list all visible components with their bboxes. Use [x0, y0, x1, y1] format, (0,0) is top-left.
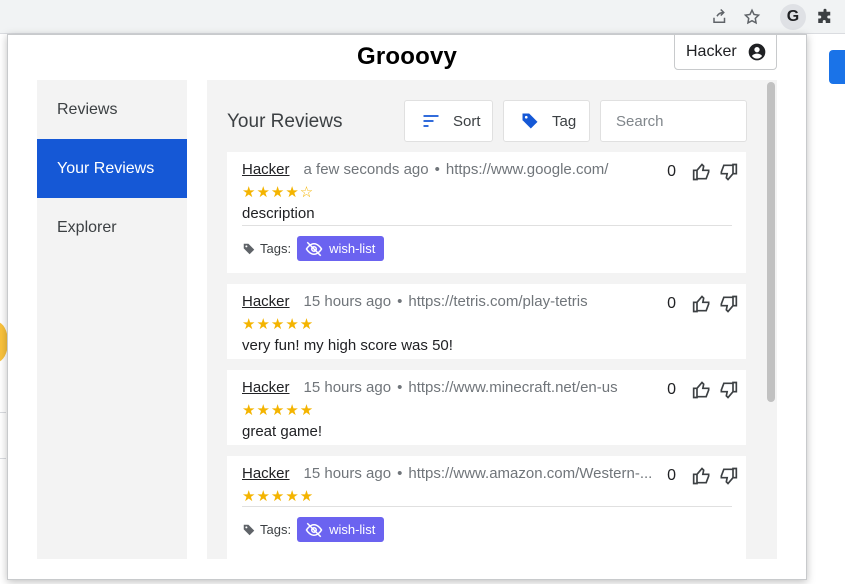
- vote-controls: 0: [667, 380, 738, 400]
- tags-label: Tags:: [260, 522, 292, 537]
- tag-chip-label: wish-list: [329, 241, 376, 256]
- eye-off-icon: [305, 240, 323, 258]
- review-tags: Tags: wish-list: [242, 236, 385, 261]
- thumbs-up-icon[interactable]: [692, 466, 712, 486]
- star-icon[interactable]: [741, 6, 763, 28]
- thumbs-up-icon[interactable]: [692, 162, 712, 182]
- vote-count: 0: [667, 467, 676, 484]
- thumbs-down-icon[interactable]: [718, 162, 738, 182]
- star-rating: ★★★★★: [242, 316, 315, 333]
- share-icon[interactable]: [709, 6, 731, 28]
- card-divider: [242, 225, 732, 226]
- review-time: 15 hours ago: [303, 379, 392, 396]
- vote-count: 0: [667, 163, 676, 180]
- user-menu-button[interactable]: Hacker: [674, 35, 777, 70]
- review-url[interactable]: https://www.google.com/: [446, 161, 609, 178]
- vote-controls: 0: [667, 162, 738, 182]
- review-card: Hacker a few seconds ago • https://www.g…: [227, 152, 746, 273]
- separator-dot: •: [397, 293, 403, 310]
- tag-icon: [242, 523, 256, 537]
- review-url[interactable]: https://www.minecraft.net/en-us: [408, 379, 617, 396]
- vote-count: 0: [667, 295, 676, 312]
- vote-controls: 0: [667, 466, 738, 486]
- separator-dot: •: [434, 161, 440, 178]
- review-author-link[interactable]: Hacker: [242, 161, 290, 178]
- review-url[interactable]: https://tetris.com/play-tetris: [408, 293, 587, 310]
- thumbs-down-icon[interactable]: [718, 466, 738, 486]
- tags-label: Tags:: [260, 241, 292, 256]
- sidebar-item-explorer[interactable]: Explorer: [37, 198, 187, 257]
- review-header: Hacker 15 hours ago • https://tetris.com…: [242, 293, 588, 310]
- grooovy-extension-icon[interactable]: G: [780, 4, 806, 30]
- tag-icon: [242, 242, 256, 256]
- scrollbar[interactable]: [765, 80, 777, 559]
- thumbs-up-icon[interactable]: [692, 380, 712, 400]
- background-page-button: [829, 50, 845, 84]
- review-description: very fun! my high score was 50!: [242, 337, 453, 354]
- review-time: 15 hours ago: [303, 465, 392, 482]
- review-description: description: [242, 205, 315, 222]
- extension-letter: G: [786, 8, 800, 25]
- search-input[interactable]: [600, 100, 747, 142]
- review-description: great game!: [242, 423, 323, 440]
- user-name: Hacker: [686, 43, 737, 60]
- tag-chip[interactable]: wish-list: [297, 517, 385, 542]
- separator-dot: •: [397, 379, 403, 396]
- browser-toolbar: G: [0, 0, 845, 34]
- review-card: Hacker 15 hours ago • https://www.amazon…: [227, 456, 746, 559]
- background-divider: [0, 412, 6, 413]
- star-rating: ★★★★★: [242, 402, 315, 419]
- review-card: Hacker 15 hours ago • https://tetris.com…: [227, 284, 746, 359]
- review-card: Hacker 15 hours ago • https://www.minecr…: [227, 370, 746, 445]
- scrollbar-thumb[interactable]: [767, 82, 775, 402]
- review-tags: Tags: wish-list: [242, 517, 385, 542]
- card-divider: [242, 506, 732, 507]
- review-time: a few seconds ago: [303, 161, 429, 178]
- tag-chip[interactable]: wish-list: [297, 236, 385, 261]
- review-header: Hacker 15 hours ago • https://www.amazon…: [242, 465, 652, 482]
- extension-popup: Grooovy Hacker Reviews Your Reviews Expl…: [7, 34, 807, 580]
- thumbs-up-icon[interactable]: [692, 294, 712, 314]
- review-header: Hacker 15 hours ago • https://www.minecr…: [242, 379, 618, 396]
- account-circle-icon: [747, 42, 767, 62]
- tag-button[interactable]: Tag: [503, 100, 590, 142]
- thumbs-down-icon[interactable]: [718, 380, 738, 400]
- thumbs-down-icon[interactable]: [718, 294, 738, 314]
- separator-dot: •: [397, 465, 403, 482]
- vote-count: 0: [667, 381, 676, 398]
- background-divider: [0, 458, 6, 459]
- tag-button-label: Tag: [552, 112, 577, 130]
- review-author-link[interactable]: Hacker: [242, 293, 290, 310]
- review-author-link[interactable]: Hacker: [242, 465, 290, 482]
- review-time: 15 hours ago: [303, 293, 392, 310]
- eye-off-icon: [305, 521, 323, 539]
- reviews-panel: Your Reviews Sort Tag Hacker a few secon…: [207, 80, 777, 559]
- sort-button[interactable]: Sort: [404, 100, 493, 142]
- star-rating: ★★★★★: [242, 488, 315, 505]
- vote-controls: 0: [667, 294, 738, 314]
- tag-chip-label: wish-list: [329, 522, 376, 537]
- tag-icon: [520, 111, 540, 131]
- star-rating: ★★★★☆: [242, 184, 315, 201]
- sidebar-item-reviews[interactable]: Reviews: [37, 80, 187, 139]
- sort-button-label: Sort: [453, 112, 481, 130]
- review-url[interactable]: https://www.amazon.com/Western-...: [408, 465, 652, 482]
- sidebar-nav: Reviews Your Reviews Explorer: [37, 80, 187, 559]
- review-header: Hacker a few seconds ago • https://www.g…: [242, 161, 608, 178]
- sidebar-item-your-reviews[interactable]: Your Reviews: [37, 139, 187, 198]
- extensions-puzzle-icon[interactable]: [814, 6, 836, 28]
- page-title: Your Reviews: [227, 111, 343, 132]
- review-author-link[interactable]: Hacker: [242, 379, 290, 396]
- sort-icon: [421, 111, 441, 131]
